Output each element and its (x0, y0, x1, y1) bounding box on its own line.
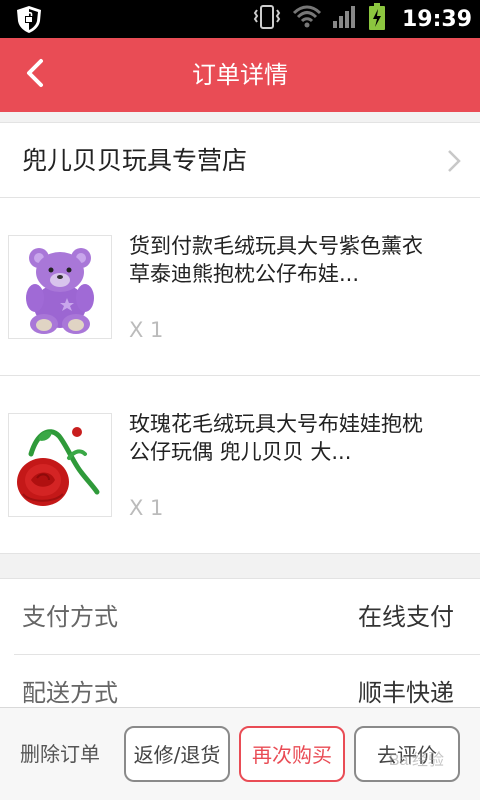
signal-icon (332, 5, 358, 33)
product-name: 货到付款毛绒玩具大号紫色薰衣草泰迪熊抱枕公仔布娃... (129, 234, 423, 286)
chevron-right-icon (446, 149, 462, 173)
product-list: 货到付款毛绒玩具大号紫色薰衣草泰迪熊抱枕公仔布娃... X 1 玫瑰花毛绒玩具大… (0, 198, 480, 554)
product-image-purple-teddy-bear (8, 235, 112, 339)
shop-row[interactable]: 兜儿贝贝玩具专营店 (0, 122, 480, 198)
buy-again-button[interactable]: 再次购买 (239, 726, 345, 782)
order-detail-screen: 19:39 订单详情 兜儿贝贝玩具专营店 货到付款毛绒玩具大号紫色薰衣草泰迪熊抱… (0, 0, 480, 800)
status-time: 19:39 (401, 6, 472, 32)
payment-method-value: 在线支付 (358, 603, 454, 631)
product-quantity: X 1 (129, 496, 164, 520)
shield-icon (14, 4, 44, 34)
chevron-left-icon (23, 58, 45, 92)
battery-charging-icon (368, 3, 386, 35)
product-item[interactable]: 货到付款毛绒玩具大号紫色薰衣草泰迪熊抱枕公仔布娃... X 1 (0, 198, 480, 376)
app-header: 订单详情 (0, 38, 480, 112)
wifi-icon (292, 5, 322, 33)
vibrate-icon (252, 4, 282, 34)
bottom-action-bar: 删除订单 返修/退货 再次购买 去评价 (0, 707, 480, 800)
delete-order-button[interactable]: 删除订单 (20, 708, 100, 800)
shop-name: 兜儿贝贝玩具专营店 (22, 146, 248, 175)
product-quantity: X 1 (129, 318, 164, 342)
review-button[interactable]: 去评价 (354, 726, 460, 782)
status-bar: 19:39 (0, 0, 480, 38)
product-image-red-rose-plush (8, 413, 112, 517)
back-button[interactable] (14, 55, 54, 95)
payment-method-label: 支付方式 (22, 603, 118, 631)
payment-method-row: 支付方式 在线支付 (14, 579, 480, 655)
product-item[interactable]: 玫瑰花毛绒玩具大号布娃娃抱枕公仔玩偶 兜儿贝贝 大... X 1 (0, 376, 480, 554)
product-name: 玫瑰花毛绒玩具大号布娃娃抱枕公仔玩偶 兜儿贝贝 大... (129, 412, 423, 464)
return-repair-button[interactable]: 返修/退货 (124, 726, 230, 782)
page-title: 订单详情 (192, 61, 288, 89)
